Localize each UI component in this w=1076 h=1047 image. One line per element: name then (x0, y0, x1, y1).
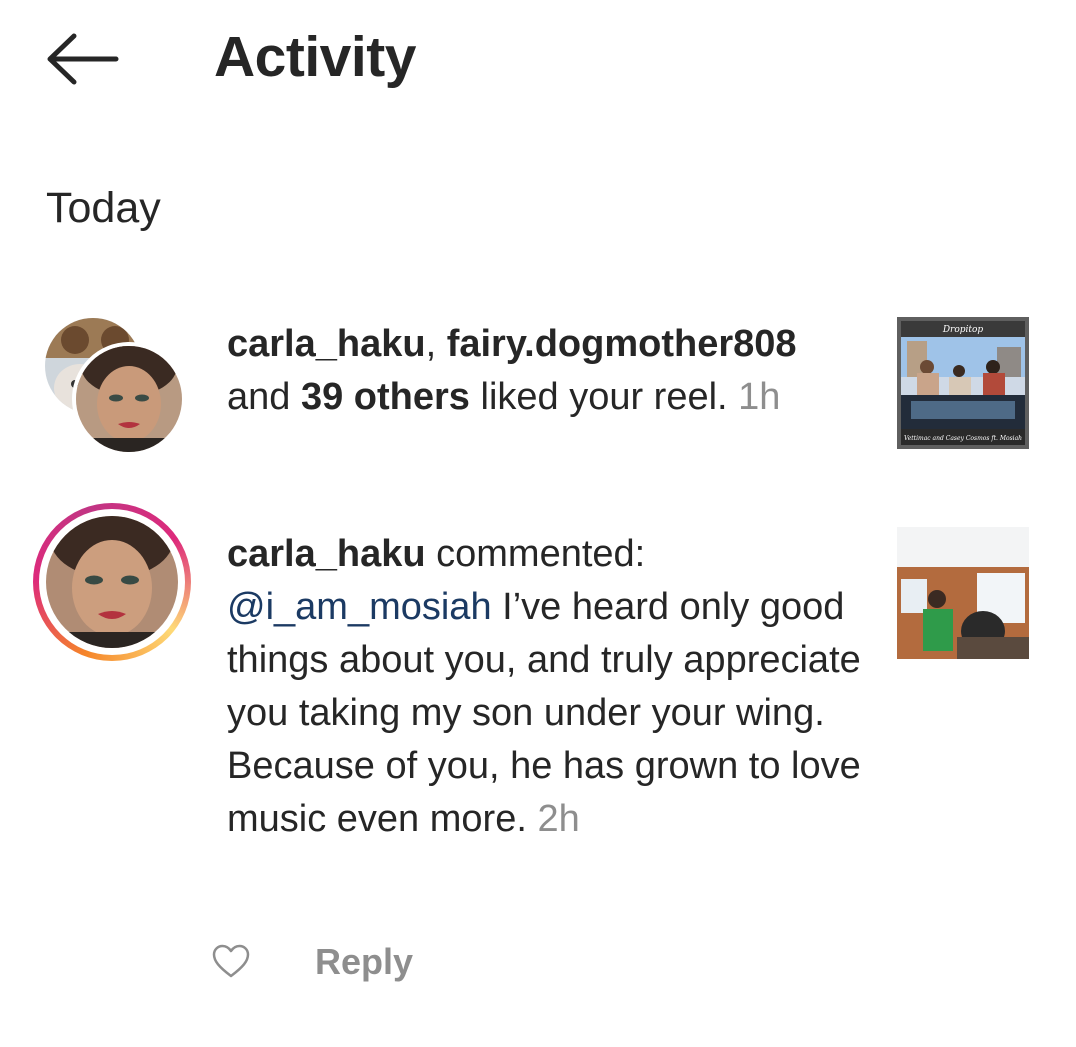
page-title: Activity (214, 25, 416, 89)
heart-outline-icon (212, 944, 250, 978)
action-text: liked your reel. (469, 376, 739, 418)
post-thumbnail[interactable] (897, 527, 1029, 659)
avatar-primary[interactable] (72, 342, 186, 456)
separator-text: , (425, 323, 447, 365)
username-link[interactable]: carla_haku (227, 323, 426, 365)
back-button[interactable] (42, 30, 120, 88)
thumbnail-caption: Vettimac and Casey Cosmos ft. Mosiah (904, 435, 1022, 442)
avatar-commenter[interactable] (46, 516, 178, 648)
like-comment-button[interactable] (211, 942, 251, 982)
section-heading-today: Today (46, 184, 161, 232)
username-link[interactable]: carla_haku (227, 533, 426, 575)
others-link[interactable]: 39 others (301, 376, 470, 418)
username-link[interactable]: fairy.dogmother808 (447, 323, 797, 365)
reply-button[interactable]: Reply (315, 938, 413, 986)
arrow-left-icon (47, 33, 119, 85)
timestamp: 1h (738, 376, 781, 418)
and-text: and (227, 376, 301, 418)
reel-thumbnail[interactable]: Dropitop Vettimac and Casey Cosmos ft. M… (897, 317, 1029, 449)
timestamp: 2h (537, 798, 580, 840)
thumbnail-title: Dropitop (942, 325, 984, 335)
mention-link[interactable]: @i_am_mosiah (227, 586, 492, 628)
action-text: commented: (425, 533, 646, 575)
notification-likes-text[interactable]: carla_haku, fairy.dogmother808 and 39 oth… (227, 318, 867, 424)
notification-comment-text[interactable]: carla_haku commented: @i_am_mosiah I’ve h… (227, 528, 867, 846)
